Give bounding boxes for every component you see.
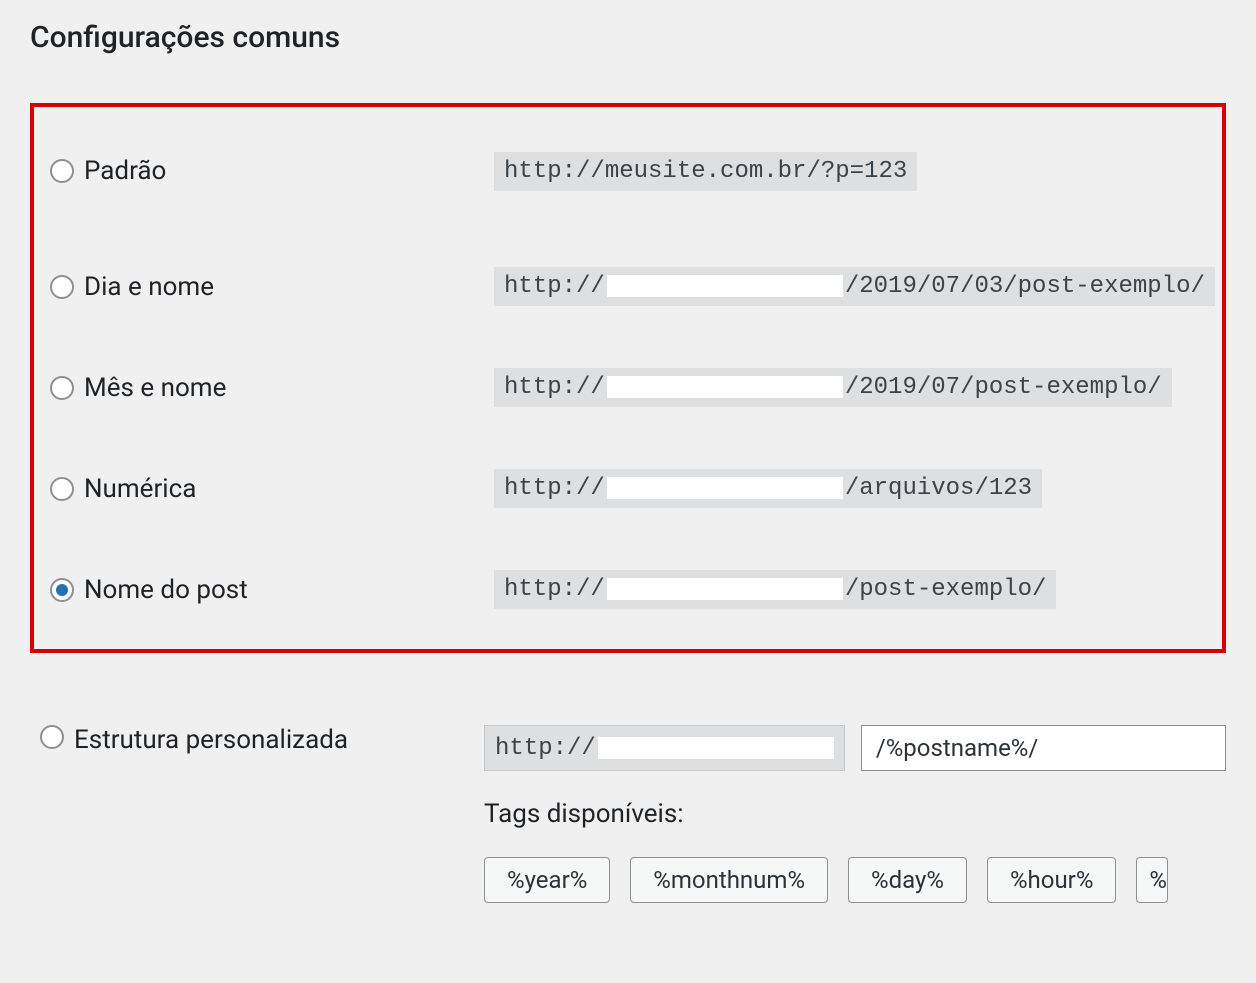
example-text-before: http://: [504, 374, 605, 401]
custom-url-prefix: http://: [484, 725, 845, 771]
radio-post-name[interactable]: [50, 578, 74, 602]
option-row-day-name: Dia e nome http:// /2019/07/03/post-exemp…: [40, 217, 1216, 318]
radio-custom[interactable]: [40, 725, 64, 749]
custom-url-row: http://: [484, 725, 1226, 771]
tags-available-label: Tags disponíveis:: [484, 799, 1226, 829]
radio-default[interactable]: [50, 159, 74, 183]
option-row-numeric: Numérica http:// /arquivos/123: [40, 419, 1216, 520]
tag-year-button[interactable]: %year%: [484, 857, 610, 903]
prefix-text: http://: [495, 735, 596, 762]
radio-numeric[interactable]: [50, 477, 74, 501]
option-label-default[interactable]: Padrão: [84, 156, 494, 186]
tag-hour-button[interactable]: %hour%: [987, 857, 1116, 903]
option-label-custom[interactable]: Estrutura personalizada: [74, 725, 484, 755]
example-text-after: /arquivos/123: [845, 475, 1032, 502]
option-row-month-name: Mês e nome http:// /2019/07/post-exemplo/: [40, 318, 1216, 419]
option-row-post-name: Nome do post http:// /post-exemplo/: [40, 520, 1216, 621]
highlighted-options-box: Padrão http://meusite.com.br/?p=123 Dia …: [30, 103, 1226, 653]
redacted-domain: [607, 376, 843, 398]
example-numeric: http:// /arquivos/123: [494, 469, 1042, 508]
example-text-after: /post-exemplo/: [845, 576, 1047, 603]
option-label-numeric[interactable]: Numérica: [84, 474, 494, 504]
option-label-day-name[interactable]: Dia e nome: [84, 272, 494, 302]
option-label-month-name[interactable]: Mês e nome: [84, 373, 494, 403]
redacted-domain: [607, 578, 843, 600]
example-text: http://meusite.com.br/?p=123: [504, 158, 907, 185]
custom-structure-input[interactable]: [861, 725, 1226, 771]
example-day-name: http:// /2019/07/03/post-exemplo/: [494, 267, 1215, 306]
tag-partial-button[interactable]: %: [1136, 857, 1168, 903]
example-text-after: /2019/07/post-exemplo/: [845, 374, 1162, 401]
redacted-domain: [607, 477, 843, 499]
option-row-custom: Estrutura personalizada http:// Tags dis…: [30, 693, 1226, 935]
tag-day-button[interactable]: %day%: [848, 857, 967, 903]
section-heading: Configurações comuns: [30, 20, 1226, 55]
option-row-default: Padrão http://meusite.com.br/?p=123: [40, 117, 1216, 217]
tags-row: %year% %monthnum% %day% %hour% %: [484, 857, 1226, 903]
example-text-before: http://: [504, 576, 605, 603]
option-label-post-name[interactable]: Nome do post: [84, 575, 494, 605]
redacted-domain: [607, 275, 843, 297]
tag-monthnum-button[interactable]: %monthnum%: [630, 857, 828, 903]
redacted-domain: [598, 737, 834, 759]
example-text-before: http://: [504, 475, 605, 502]
example-month-name: http:// /2019/07/post-exemplo/: [494, 368, 1172, 407]
radio-day-name[interactable]: [50, 275, 74, 299]
radio-month-name[interactable]: [50, 376, 74, 400]
example-post-name: http:// /post-exemplo/: [494, 570, 1056, 609]
example-text-after: /2019/07/03/post-exemplo/: [845, 273, 1205, 300]
example-default: http://meusite.com.br/?p=123: [494, 152, 917, 191]
example-text-before: http://: [504, 273, 605, 300]
